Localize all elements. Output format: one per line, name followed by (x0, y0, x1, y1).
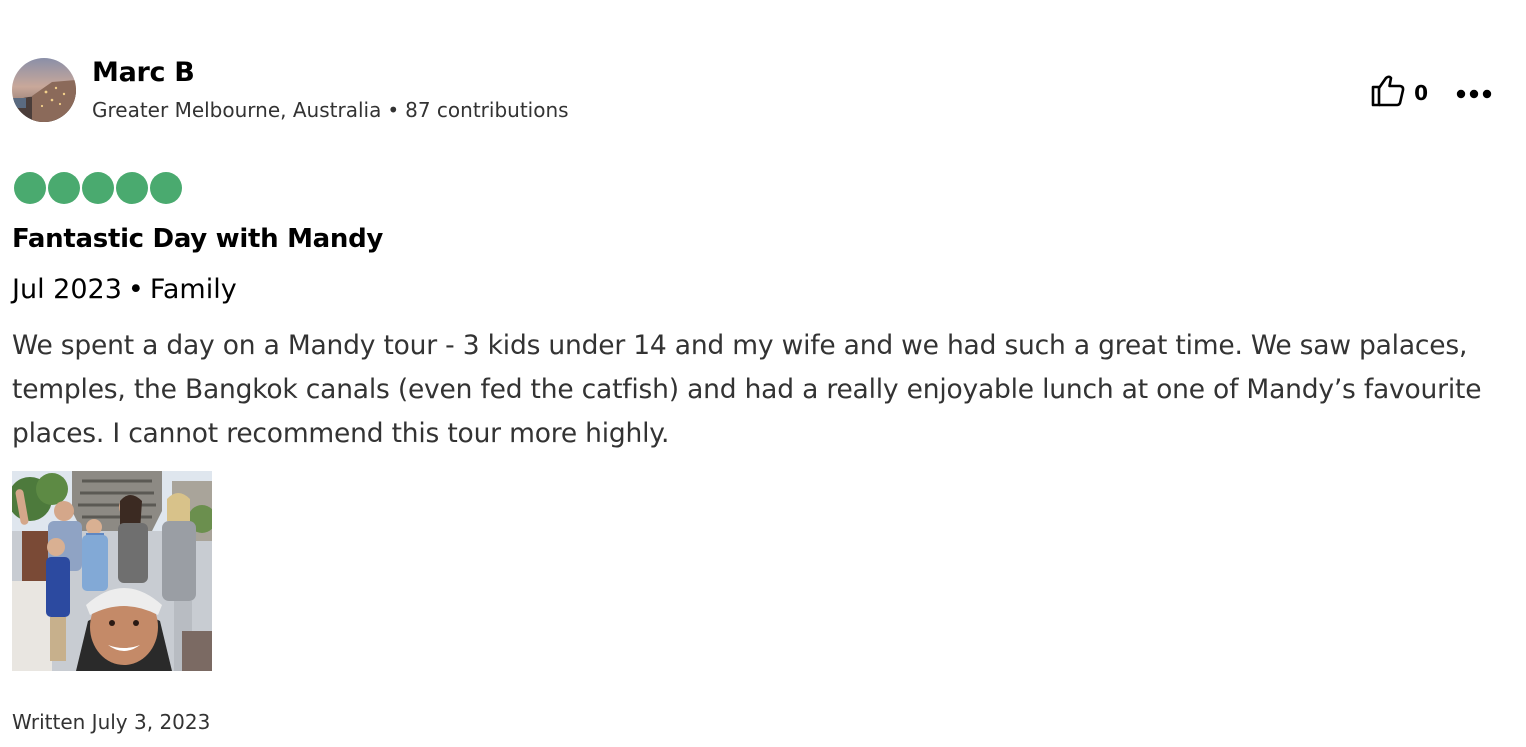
rating-bubble (48, 172, 80, 204)
reviewer-location: Greater Melbourne, Australia (92, 98, 382, 122)
review-actions: 0 (1370, 74, 1492, 112)
rating-bubble (82, 172, 114, 204)
rating-bubble (14, 172, 46, 204)
written-date: Written July 3, 2023 (12, 710, 211, 734)
helpful-count: 0 (1414, 81, 1428, 105)
reviewer-name[interactable]: Marc B (92, 56, 195, 90)
meta-separator: • (387, 98, 400, 122)
review-date: Jul 2023 (12, 274, 122, 305)
review-title[interactable]: Fantastic Day with Mandy (12, 222, 383, 256)
avatar-image (12, 58, 76, 122)
review-text: We spent a day on a Mandy tour - 3 kids … (12, 330, 1482, 449)
avatar[interactable] (12, 58, 76, 122)
reviewer-contributions: 87 contributions (405, 98, 569, 122)
thumbs-up-icon (1370, 74, 1406, 112)
rating-bubbles (14, 172, 182, 204)
rating-bubble (116, 172, 148, 204)
date-separator: • (127, 274, 144, 305)
review-photo-image (12, 471, 212, 671)
more-options-icon (1456, 84, 1492, 103)
more-options-button[interactable] (1456, 84, 1492, 103)
review-date-trip: Jul 2023 • Family (12, 273, 237, 307)
review-card: Marc B Greater Melbourne, Australia • 87 c… (0, 0, 1526, 747)
reviewer-meta: Greater Melbourne, Australia • 87 contribu… (92, 96, 569, 124)
trip-type: Family (149, 274, 237, 305)
review-photo[interactable] (12, 471, 212, 671)
helpful-vote-button[interactable]: 0 (1370, 74, 1428, 112)
rating-bubble (150, 172, 182, 204)
